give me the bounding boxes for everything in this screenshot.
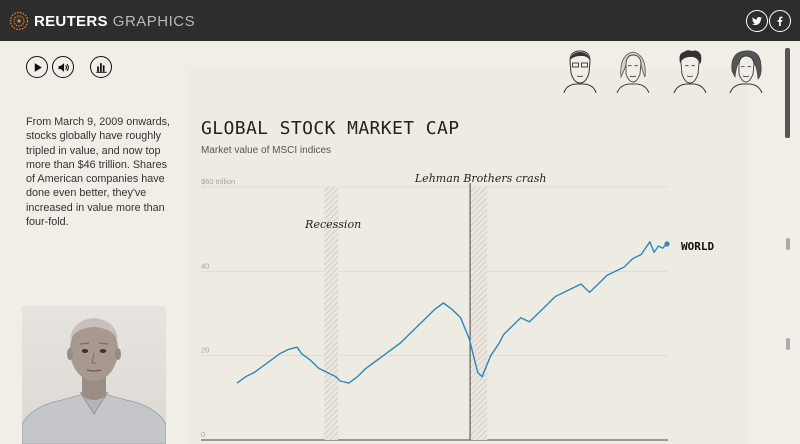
page-scrollbar[interactable] — [784, 48, 792, 444]
scroll-section-marker[interactable] — [786, 238, 790, 250]
scroll-section-marker[interactable] — [786, 338, 790, 350]
recession-label: Recession — [304, 218, 361, 231]
world-series-endpoint — [664, 241, 670, 247]
lehman-crash-band — [470, 187, 488, 440]
market-cap-chart: 0 20 40 $60 trillion Recession Lehman Brother… — [201, 172, 714, 441]
world-series-line — [236, 241, 668, 384]
y-tick-label: 40 — [201, 261, 209, 270]
y-tick-label: 20 — [201, 346, 209, 355]
lehman-crash-label: Lehman Brothers crash — [414, 172, 547, 185]
y-tick-label: $60 trillion — [201, 177, 235, 186]
y-tick-label: 0 — [201, 430, 205, 439]
scroll-thumb[interactable] — [785, 48, 790, 138]
world-series-label: WORLD — [681, 240, 714, 253]
